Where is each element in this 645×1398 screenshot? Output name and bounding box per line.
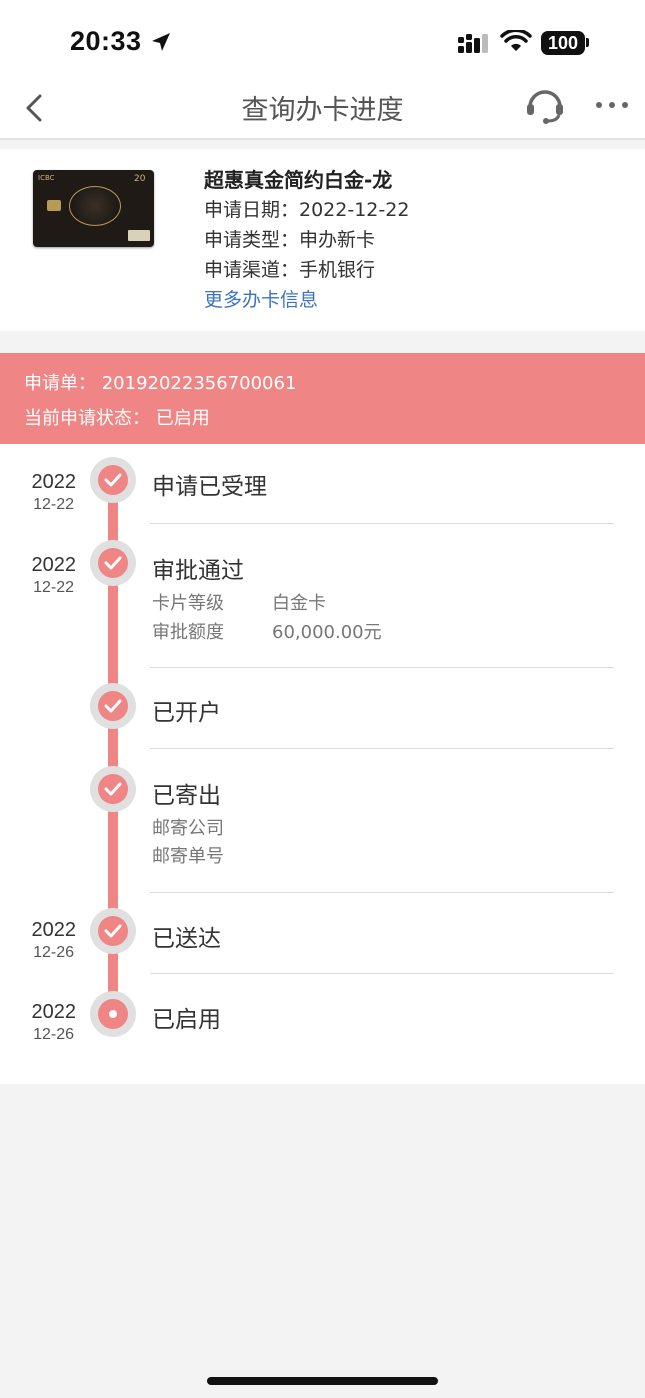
current-dot-icon xyxy=(109,1010,117,1018)
step-date: 12-22 xyxy=(33,579,74,596)
more-icon[interactable] xyxy=(594,100,630,110)
card-info-section: ICBC 20 超惠真金简约白金-龙 申请日期：2022-12-22 申请类型：… xyxy=(0,149,645,331)
battery-indicator: 100 xyxy=(541,31,585,55)
detail-label: 邮寄单号 xyxy=(152,846,224,867)
step-title: 已送达 xyxy=(152,926,221,952)
step-year: 2022 xyxy=(31,554,77,576)
navigation-bar: 查询办卡进度 xyxy=(0,80,645,140)
step-year: 2022 xyxy=(31,471,77,493)
signal-icon xyxy=(458,34,488,53)
customer-service-icon[interactable] xyxy=(524,85,566,125)
location-arrow-icon xyxy=(152,33,170,51)
more-card-info-link[interactable]: 更多办卡信息 xyxy=(204,285,409,315)
application-number: 申请单： 20192022356700061 xyxy=(24,373,297,394)
current-step-marker xyxy=(90,991,136,1037)
card-name: 超惠真金简约白金-龙 xyxy=(204,168,393,192)
step-marker xyxy=(90,457,136,503)
detail-label: 卡片等级 xyxy=(152,593,224,614)
card-brand-mark: ICBC xyxy=(38,174,55,182)
current-status: 当前申请状态： 已启用 xyxy=(24,408,210,429)
apply-date: 申请日期：2022-12-22 xyxy=(204,199,410,221)
step-title: 已开户 xyxy=(152,700,221,726)
step-marker xyxy=(90,908,136,954)
progress-timeline: 2022 12-22 申请已受理 2022 12-22 审批通过 卡片等级 白金… xyxy=(0,444,645,1084)
card-chip xyxy=(47,200,61,211)
divider xyxy=(150,973,614,974)
apply-type: 申请类型：申办新卡 xyxy=(204,229,376,251)
card-details: 超惠真金简约白金-龙 申请日期：2022-12-22 申请类型：申办新卡 申请渠… xyxy=(204,165,409,315)
step-date: 12-26 xyxy=(33,944,74,961)
check-icon xyxy=(104,699,122,713)
home-indicator[interactable] xyxy=(207,1377,438,1385)
card-network-logo xyxy=(128,230,150,241)
apply-channel: 申请渠道：手机银行 xyxy=(204,259,376,281)
detail-label: 审批额度 xyxy=(152,622,224,643)
divider xyxy=(150,523,614,524)
step-year: 2022 xyxy=(31,1001,77,1023)
step-year: 2022 xyxy=(31,919,77,941)
detail-value: 60,000.00元 xyxy=(272,622,382,643)
wifi-icon xyxy=(500,30,532,51)
card-number-mark: 20 xyxy=(134,174,146,184)
divider xyxy=(150,748,614,749)
application-status-banner: 申请单： 20192022356700061 当前申请状态： 已启用 xyxy=(0,353,645,444)
step-title: 已寄出 xyxy=(152,783,221,809)
card-image: ICBC 20 xyxy=(33,170,154,247)
check-icon xyxy=(104,556,122,570)
step-date: 12-22 xyxy=(33,496,74,513)
step-marker xyxy=(90,540,136,586)
step-title: 申请已受理 xyxy=(152,474,267,500)
divider xyxy=(150,667,614,668)
detail-value: 白金卡 xyxy=(272,593,326,614)
step-date: 12-26 xyxy=(33,1026,74,1043)
check-icon xyxy=(104,473,122,487)
step-marker xyxy=(90,766,136,812)
detail-label: 邮寄公司 xyxy=(152,818,224,839)
check-icon xyxy=(104,782,122,796)
status-time: 20:33 xyxy=(70,26,142,56)
step-title: 已启用 xyxy=(152,1007,221,1033)
divider xyxy=(150,892,614,893)
card-dragon-emblem xyxy=(69,186,121,226)
step-title: 审批通过 xyxy=(152,558,244,584)
check-icon xyxy=(104,924,122,938)
step-marker xyxy=(90,683,136,729)
battery-tip xyxy=(586,38,589,47)
status-bar: 20:33 100 xyxy=(0,0,645,80)
